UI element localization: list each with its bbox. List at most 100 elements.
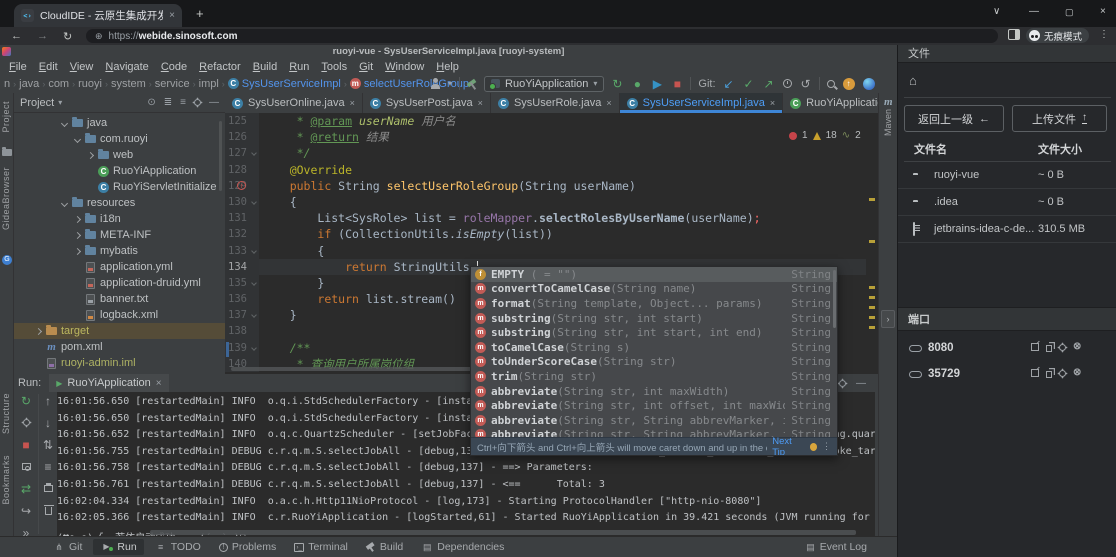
chevron-down-icon[interactable] <box>71 137 84 142</box>
tree-item-META-INF[interactable]: META-INF <box>14 227 225 243</box>
popup-scrollbar[interactable] <box>833 270 836 328</box>
gear-icon[interactable] <box>194 99 201 106</box>
fold-icon[interactable] <box>251 312 257 318</box>
lightbulb-icon[interactable] <box>810 443 817 451</box>
export-icon[interactable]: ↪ <box>20 505 32 517</box>
open-external-icon[interactable] <box>1031 369 1039 377</box>
arrow-up-icon[interactable]: ↑ <box>42 395 54 407</box>
gear-icon[interactable] <box>839 380 846 387</box>
warning-stripe-mark[interactable] <box>869 306 875 309</box>
menu-run[interactable]: Run <box>283 61 315 73</box>
override-marker-icon[interactable]: ↑ <box>237 181 246 190</box>
update-icon[interactable]: ↙ <box>723 78 735 90</box>
gear-icon[interactable] <box>1059 370 1066 377</box>
close-circle-icon[interactable]: ⊗ <box>1073 368 1081 378</box>
todo-icon[interactable]: ≡ <box>155 541 167 553</box>
completion-item-convertToCamelCase[interactable]: mconvertToCamelCase(String name)String <box>471 282 837 297</box>
breadcrumb-item[interactable]: n <box>4 78 10 90</box>
push-icon[interactable]: ↗ <box>763 78 775 90</box>
project-panel-title[interactable]: Project <box>20 97 54 109</box>
chevron-down-icon[interactable] <box>58 121 71 126</box>
open-external-icon[interactable] <box>1031 343 1039 351</box>
history-icon[interactable] <box>783 79 792 88</box>
fold-icon[interactable] <box>251 199 257 205</box>
warning-stripe-mark[interactable] <box>869 296 875 299</box>
gideabrowser-icon[interactable]: G <box>2 255 12 265</box>
statusbar-item-dependencies[interactable]: ▤Dependencies <box>414 539 511 555</box>
copy-icon[interactable] <box>1046 371 1052 378</box>
code-line-133[interactable]: 133 { <box>225 243 866 259</box>
trash-icon[interactable] <box>45 507 52 515</box>
menu-file[interactable]: File <box>3 61 33 73</box>
completion-item-abbreviate[interactable]: mabbreviate(String str, int maxWidth)Str… <box>471 384 837 399</box>
hide-panel-icon[interactable]: — <box>856 378 866 389</box>
side-panel-icon[interactable] <box>1008 29 1020 40</box>
event-log-button[interactable]: ▤ Event Log <box>806 541 897 553</box>
code-line-125[interactable]: 125 * @param userName 用户名 <box>225 113 866 129</box>
file-row-.idea[interactable]: .idea~ 0 B <box>898 189 1116 216</box>
swap-icon[interactable]: ⇅ <box>42 439 54 451</box>
chevron-right-icon[interactable] <box>71 233 84 238</box>
tree-item-mybatis[interactable]: mybatis <box>14 243 225 259</box>
close-icon[interactable]: × <box>350 98 355 108</box>
completion-item-toCamelCase[interactable]: mtoCamelCase(String s)String <box>471 340 837 355</box>
warning-stripe-mark[interactable] <box>869 326 875 329</box>
inspection-widget[interactable]: 1 18 ∿2 ˄ <box>789 130 871 141</box>
tree-item-application.yml[interactable]: application.yml <box>14 259 225 275</box>
url-bar[interactable]: ⊕ https://webide.sinosoft.com <box>86 29 998 43</box>
completion-item-abbreviate[interactable]: mabbreviate(String str, int offset, int … <box>471 398 837 413</box>
console-hscrollbar[interactable] <box>150 530 856 535</box>
menu-view[interactable]: View <box>64 61 100 73</box>
breadcrumb-item[interactable]: com <box>48 78 69 90</box>
menu-build[interactable]: Build <box>247 61 283 73</box>
stripe-structure-label[interactable]: Structure <box>1 393 11 434</box>
camera-icon[interactable] <box>22 463 31 470</box>
gear-icon[interactable] <box>23 419 30 426</box>
warning-stripe-mark[interactable] <box>869 286 875 289</box>
tree-item-target[interactable]: target <box>14 323 225 339</box>
chevron-right-icon[interactable] <box>84 153 97 158</box>
go-up-button[interactable]: 返回上一级 ← <box>904 105 1004 132</box>
breadcrumb-item[interactable]: CSysUserServiceImpl <box>228 78 341 90</box>
tree-item-RuoYiServletInitialize[interactable]: CRuoYiServletInitialize <box>14 179 225 195</box>
code-line-127[interactable]: 127 */ <box>225 145 866 161</box>
chevron-right-icon[interactable] <box>71 217 84 222</box>
upload-button[interactable]: 上传文件 ↑ <box>1012 105 1107 132</box>
close-icon[interactable]: × <box>478 98 483 108</box>
completion-item-substring[interactable]: msubstring(String str, int start, int en… <box>471 325 837 340</box>
stripe-gideabrowser-label[interactable]: GideaBrowser <box>1 167 11 230</box>
hide-panel-icon[interactable]: — <box>209 97 219 108</box>
gear-icon[interactable] <box>1059 344 1066 351</box>
completion-item-abbreviate[interactable]: mabbreviate(String str, String abbrevMar… <box>471 413 837 428</box>
tree-item-logback.xml[interactable]: logback.xml <box>14 307 225 323</box>
rerun-icon[interactable]: ↻ <box>20 395 32 407</box>
code-line-126[interactable]: 126 * @return 结果 <box>225 129 866 145</box>
stripe-project-label[interactable]: Project <box>1 101 11 133</box>
copy-icon[interactable] <box>1046 345 1052 352</box>
new-tab-button[interactable]: + <box>196 6 204 21</box>
list-icon[interactable]: ≡ <box>42 461 54 473</box>
site-info-icon[interactable]: ⊕ <box>95 31 103 42</box>
collapse-all-icon[interactable]: ≡ <box>180 97 186 108</box>
close-icon[interactable]: × <box>606 98 611 108</box>
expand-all-icon[interactable]: ≣ <box>164 97 172 108</box>
tree-item-application-druid.yml[interactable]: application-druid.yml <box>14 275 225 291</box>
breadcrumb-item[interactable]: service <box>155 78 190 90</box>
menu-window[interactable]: Window <box>379 61 430 73</box>
locate-icon[interactable]: ⊙ <box>147 97 155 108</box>
home-icon[interactable]: ⌂ <box>909 73 917 88</box>
tab-close-icon[interactable]: × <box>169 10 175 21</box>
commit-icon[interactable]: ✓ <box>743 78 755 90</box>
print-icon[interactable] <box>44 485 53 492</box>
tree-item-pom.xml[interactable]: mpom.xml <box>14 339 225 355</box>
kebab-icon[interactable]: ⋮ <box>822 441 831 452</box>
browser-tab[interactable]: <› CloudIDE - 云原生集成开发环境 × <box>14 4 182 27</box>
arrow-down-icon[interactable]: ↓ <box>42 417 54 429</box>
stop-icon[interactable]: ■ <box>671 78 683 90</box>
window-minimize-icon[interactable]: — <box>1029 6 1039 17</box>
stripe-maven-label[interactable]: Maven <box>883 109 893 136</box>
completion-item-trim[interactable]: mtrim(String str)String <box>471 369 837 384</box>
editor-tab-SysUserServiceImpl.java[interactable]: CSysUserServiceImpl.java× <box>620 93 784 113</box>
branch-icon[interactable]: ⋔ <box>53 541 65 553</box>
editor-tab-RuoYiApplication.java[interactable]: CRuoYiApplication.java× <box>783 93 878 113</box>
